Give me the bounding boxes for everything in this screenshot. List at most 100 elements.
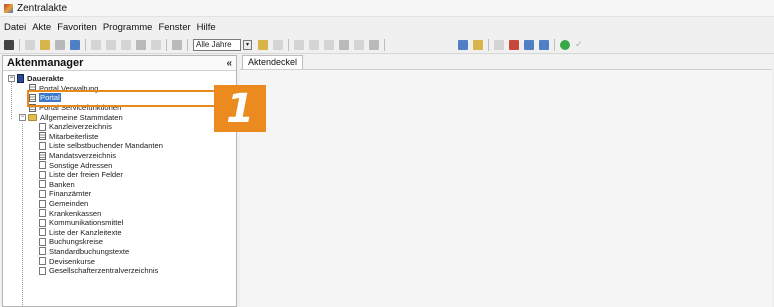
toolbar-separator — [187, 38, 188, 51]
menu-programme[interactable]: Programme — [103, 22, 153, 33]
document-icon — [39, 257, 46, 266]
menu-hilfe[interactable]: Hilfe — [197, 22, 216, 33]
tree-node-kommunikationsmittel[interactable]: Kommunikationsmittel — [3, 218, 236, 228]
document-icon — [39, 228, 46, 237]
tree-node-devisenkurse[interactable]: Devisenkurse — [3, 256, 236, 266]
layout-icon[interactable] — [494, 39, 504, 50]
copy-icon[interactable] — [121, 39, 131, 50]
status-ok-icon[interactable] — [560, 39, 570, 50]
report-icon[interactable] — [509, 39, 519, 50]
collapse-panel-button[interactable]: « — [226, 58, 232, 69]
document-icon — [39, 122, 46, 131]
tree-node-label: Gemeinden — [49, 199, 89, 209]
tree-node-label: Kanzleiverzeichnis — [49, 122, 112, 132]
menu-favoriten[interactable]: Favoriten — [57, 22, 97, 33]
menu-bar: Datei Akte Favoriten Programme Fenster H… — [0, 20, 774, 34]
edit-icon[interactable] — [258, 39, 268, 50]
document-icon — [39, 180, 46, 189]
table-view-icon[interactable] — [524, 39, 534, 50]
tree-node-label: Finanzämter — [49, 189, 92, 199]
tree-node-kanzleiverzeichnis[interactable]: Kanzleiverzeichnis — [3, 122, 236, 132]
tree-node-gemeinden[interactable]: Gemeinden — [3, 199, 236, 209]
tree-node-dauerakte[interactable]: − Dauerakte — [3, 74, 236, 84]
app-icon — [4, 3, 13, 13]
title-bar: Zentralakte — [0, 0, 774, 17]
bookmark-icon[interactable] — [4, 39, 14, 50]
tree-node-label: Dauerakte — [27, 74, 64, 84]
tree-node-label: Banken — [49, 179, 75, 189]
calendar-icon[interactable] — [172, 39, 182, 50]
filter-icon[interactable] — [151, 39, 161, 50]
save-icon[interactable] — [539, 39, 549, 50]
table-icon — [39, 132, 46, 141]
open-folder-icon[interactable] — [40, 39, 50, 50]
tree-node-liste-der-freien-felder[interactable]: Liste der freien Felder — [3, 170, 236, 180]
tree-node-label: Standardbuchungstexte — [49, 246, 130, 256]
network-icon[interactable] — [458, 39, 468, 50]
toolbar-separator — [19, 38, 20, 51]
panel-title: Aktenmanager — [7, 57, 84, 69]
tab-aktendeckel[interactable]: Aktendeckel — [242, 55, 304, 69]
tree-node-label: Mitarbeiterliste — [49, 131, 99, 141]
tree-node-label: Liste der Kanzleitexte — [49, 227, 122, 237]
menu-akte[interactable]: Akte — [32, 22, 51, 33]
collapse-toggle-icon[interactable]: − — [19, 113, 26, 121]
collapse-toggle-icon[interactable]: − — [8, 75, 15, 83]
menu-fenster[interactable]: Fenster — [158, 22, 190, 33]
tree-node-label: Sonstige Adressen — [49, 160, 113, 170]
book-icon — [17, 74, 24, 84]
toolbar-separator — [554, 38, 555, 51]
year-select-arrow-icon[interactable]: ▾ — [243, 39, 252, 50]
tree-node-mitarbeiterliste[interactable]: Mitarbeiterliste — [3, 132, 236, 142]
tools-icon[interactable] — [324, 39, 334, 50]
users-icon[interactable] — [473, 39, 483, 50]
lock-icon[interactable] — [369, 39, 379, 50]
menu-datei[interactable]: Datei — [4, 22, 26, 33]
tree-node-allgemeine-stammdaten[interactable]: − Allgemeine Stammdaten — [3, 112, 236, 122]
tree-node-buchungskreise[interactable]: Buchungskreise — [3, 237, 236, 247]
document-icon — [39, 161, 46, 170]
dropdown-arrow-icon[interactable] — [136, 39, 146, 50]
mail-icon[interactable] — [309, 39, 319, 50]
tree-node-label: Kommunikationsmittel — [49, 218, 124, 228]
tree-node-krankenkassen[interactable]: Krankenkassen — [3, 208, 236, 218]
properties-icon[interactable] — [55, 39, 65, 50]
refresh-icon[interactable] — [294, 39, 304, 50]
tree-node-finanzaemter[interactable]: Finanzämter — [3, 189, 236, 199]
toolbar-separator — [384, 38, 385, 51]
tree-node-standardbuchungstexte[interactable]: Standardbuchungstexte — [3, 247, 236, 257]
tree-node-sonstige-adressen[interactable]: Sonstige Adressen — [3, 160, 236, 170]
toolbar: Alle Jahre ▾ ✓ — [0, 36, 774, 54]
new-document-icon[interactable] — [25, 39, 35, 50]
window-title: Zentralakte — [17, 2, 68, 14]
tree-node-label: Buchungskreise — [49, 237, 104, 247]
print-icon[interactable] — [91, 39, 101, 50]
tree-node-banken[interactable]: Banken — [3, 180, 236, 190]
toolbar-separator — [166, 38, 167, 51]
year-select[interactable]: Alle Jahre — [193, 38, 241, 51]
tree-node-label: Liste der freien Felder — [49, 170, 123, 180]
table-icon — [39, 151, 46, 160]
toolbar-separator — [288, 38, 289, 51]
document-icon — [39, 189, 46, 198]
settings-icon[interactable] — [339, 39, 349, 50]
tree-node-label: Allgemeine Stammdaten — [40, 112, 123, 122]
attach-icon[interactable] — [273, 39, 283, 50]
document-icon — [39, 247, 46, 256]
document-icon — [39, 141, 46, 150]
tree-node-gesellschafterzentralverzeichnis[interactable]: Gesellschafterzentralverzeichnis — [3, 266, 236, 276]
document-icon — [39, 199, 46, 208]
toolbar-separator — [85, 38, 86, 51]
info-icon[interactable] — [354, 39, 364, 50]
preview-icon[interactable] — [106, 39, 116, 50]
highlight-frame — [27, 90, 220, 107]
tree-node-liste-der-kanzleitexte[interactable]: Liste der Kanzleitexte — [3, 228, 236, 238]
search-icon[interactable] — [70, 39, 80, 50]
checkmark-icon[interactable]: ✓ — [575, 39, 583, 50]
document-icon — [39, 266, 46, 275]
tree-node-mandatsverzeichnis[interactable]: Mandatsverzeichnis — [3, 151, 236, 161]
document-icon — [39, 209, 46, 218]
content-panel: Aktendeckel — [240, 55, 772, 307]
tree-node-liste-selbstbuchender-mandanten[interactable]: Liste selbstbuchender Mandanten — [3, 141, 236, 151]
callout-badge: 1 — [214, 85, 266, 132]
